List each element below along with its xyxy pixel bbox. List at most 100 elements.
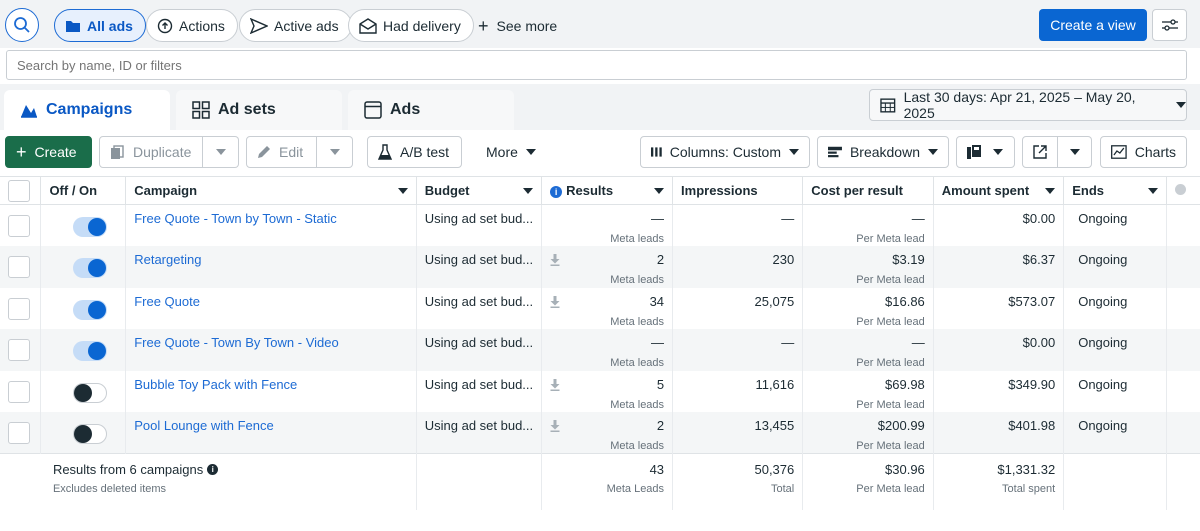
toggle-knob — [74, 425, 93, 443]
search-button[interactable] — [5, 8, 39, 42]
column-header-campaign[interactable]: Campaign — [125, 176, 417, 205]
table-row[interactable]: Free Quote Using ad set bud... 34 Meta lead… — [0, 287, 1200, 329]
download-icon[interactable] — [550, 254, 560, 266]
spent-value: $573.07 — [1008, 293, 1056, 309]
column-header-impressions[interactable]: Impressions — [672, 176, 804, 205]
impressions-value: — — [781, 335, 795, 350]
row-checkbox[interactable] — [8, 380, 30, 403]
filter-all-ads[interactable]: All ads — [54, 9, 146, 42]
breakdown-button[interactable]: Breakdown — [817, 136, 949, 168]
envelope-icon — [359, 17, 377, 34]
cursor-icon — [157, 18, 173, 33]
charts-button[interactable]: Charts — [1100, 136, 1187, 168]
create-button[interactable]: + Create — [5, 136, 92, 168]
budget-value: Using ad set bud... — [424, 211, 534, 226]
chevron-down-icon — [1147, 188, 1158, 194]
row-checkbox[interactable] — [8, 297, 30, 320]
column-header-budget[interactable]: Budget — [416, 176, 543, 205]
more-button[interactable]: More — [486, 136, 536, 168]
download-icon[interactable] — [550, 295, 560, 308]
column-header-amount-spent[interactable]: Amount spent — [933, 176, 1065, 205]
campaign-toggle[interactable] — [73, 382, 108, 403]
edit-button[interactable]: Edit — [246, 136, 317, 168]
create-view-button[interactable]: Create a view — [1039, 9, 1147, 41]
toggle-knob — [88, 342, 107, 360]
campaign-toggle[interactable] — [73, 258, 108, 278]
campaign-name-link[interactable]: Retargeting — [134, 252, 201, 267]
duplicate-dropdown[interactable] — [203, 136, 239, 168]
tab-label: Ad sets — [218, 101, 276, 118]
breakdown-icon — [828, 146, 842, 158]
filter-active-ads[interactable]: Active ads — [239, 9, 352, 42]
chevron-down-icon — [1045, 188, 1056, 194]
column-header-cost-per-result[interactable]: Cost per result — [802, 176, 934, 205]
budget-value: Using ad set bud... — [424, 376, 534, 392]
campaigns-table: Off / On Campaign Budget i Results Impres… — [0, 176, 1200, 510]
info-icon[interactable]: i — [207, 464, 219, 475]
column-label: Cost per result — [811, 183, 903, 198]
filter-actions[interactable]: Actions — [146, 9, 238, 42]
export-button[interactable] — [1022, 136, 1058, 168]
row-checkbox[interactable] — [8, 215, 30, 237]
tab-ad-sets[interactable]: Ad sets — [176, 90, 342, 130]
filter-label: Active ads — [274, 17, 339, 34]
export-dropdown[interactable] — [1058, 136, 1092, 168]
table-row[interactable]: Retargeting Using ad set bud... 2 Meta lead… — [0, 246, 1200, 288]
column-header-ends[interactable]: Ends — [1063, 176, 1167, 205]
ends-value: Ongoing — [1078, 335, 1128, 350]
column-header-results[interactable]: i Results — [541, 176, 674, 205]
results-sub: Meta leads — [610, 233, 665, 245]
campaign-toggle[interactable] — [73, 341, 108, 361]
tab-label: Ads — [390, 101, 421, 118]
spent-value: $0.00 — [1022, 335, 1056, 350]
row-checkbox[interactable] — [8, 422, 30, 444]
column-header-off-on[interactable]: Off / On — [40, 176, 127, 205]
table-row[interactable]: Free Quote - Town by Town - Static Using … — [0, 204, 1200, 246]
campaign-name-link[interactable]: Pool Lounge with Fence — [134, 418, 273, 433]
results-sub: Meta leads — [610, 398, 665, 411]
download-icon[interactable] — [550, 420, 560, 432]
tab-label: Campaigns — [46, 101, 133, 118]
chevron-down-icon — [993, 149, 1003, 155]
edit-label: Edit — [279, 144, 304, 160]
see-more-button[interactable]: + See more — [478, 9, 557, 42]
results-value: — — [651, 335, 665, 350]
table-header: Off / On Campaign Budget i Results Impres… — [0, 176, 1200, 205]
campaigns-icon — [21, 105, 37, 118]
reports-button[interactable] — [956, 136, 1015, 168]
campaign-name-link[interactable]: Bubble Toy Pack with Fence — [134, 377, 297, 392]
filter-had-delivery[interactable]: Had delivery — [348, 9, 474, 42]
breakdown-label: Breakdown — [849, 144, 920, 160]
date-range-picker[interactable]: Last 30 days: Apr 21, 2025 – May 20, 202… — [869, 89, 1187, 121]
results-value: — — [651, 211, 665, 226]
duplicate-button[interactable]: Duplicate — [99, 136, 203, 168]
table-row[interactable]: Bubble Toy Pack with Fence Using ad set b… — [0, 370, 1200, 412]
cost-value: — — [911, 335, 925, 350]
tab-ads[interactable]: Ads — [348, 90, 514, 130]
impressions-value: 11,616 — [755, 376, 795, 392]
select-all-checkbox[interactable] — [8, 179, 30, 202]
campaign-toggle[interactable] — [73, 299, 108, 320]
table-row[interactable]: Pool Lounge with Fence Using ad set bud..… — [0, 412, 1200, 454]
download-icon[interactable] — [550, 378, 560, 391]
campaign-name-link[interactable]: Free Quote - Town by Town - Static — [134, 211, 337, 226]
columns-button[interactable]: Columns: Custom — [640, 136, 810, 168]
campaign-toggle[interactable] — [73, 217, 108, 237]
campaign-name-link[interactable]: Free Quote — [134, 294, 200, 309]
column-label: Impressions — [681, 183, 758, 198]
edit-dropdown[interactable] — [317, 136, 353, 168]
campaign-name-link[interactable]: Free Quote - Town By Town - Video — [134, 335, 339, 350]
add-column-cell[interactable] — [1166, 176, 1200, 205]
row-checkbox[interactable] — [8, 256, 30, 278]
ends-value: Ongoing — [1078, 211, 1128, 226]
ab-test-button[interactable]: A/B test — [367, 136, 462, 168]
table-row[interactable]: Free Quote - Town By Town - Video Using a… — [0, 329, 1200, 371]
cost-sub: Per Meta lead — [856, 315, 925, 328]
cost-value: $69.98 — [885, 376, 925, 392]
campaign-toggle[interactable] — [73, 424, 108, 444]
tab-campaigns[interactable]: Campaigns — [4, 90, 170, 130]
spent-value: $6.37 — [1022, 252, 1056, 267]
search-input[interactable] — [6, 50, 1187, 80]
view-settings-button[interactable] — [1152, 9, 1187, 41]
row-checkbox[interactable] — [8, 339, 30, 361]
